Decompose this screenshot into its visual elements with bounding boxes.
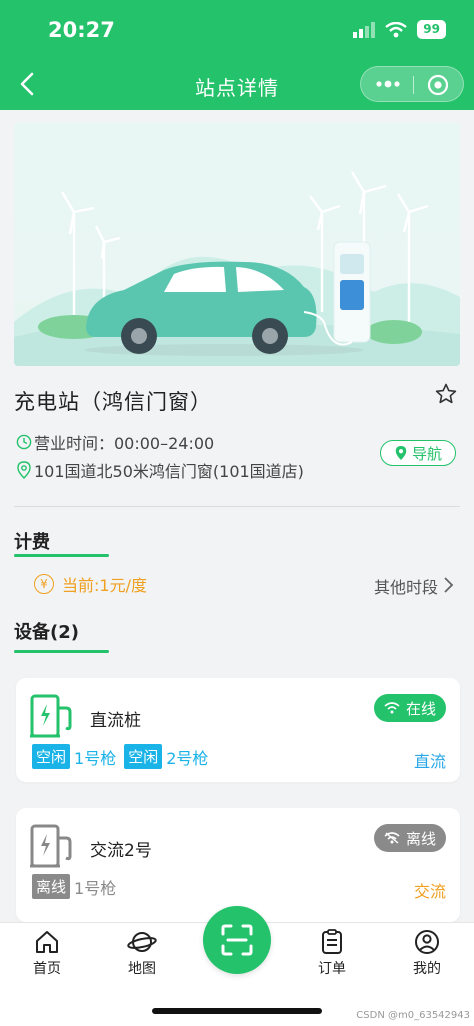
device-card[interactable]: 直流桩 在线 空闲 1号枪 空闲 2号枪 直流 — [16, 678, 460, 782]
status-bar: 20:27 99 — [0, 0, 474, 60]
gun-state-tag: 空闲 — [124, 744, 163, 769]
battery-indicator: 99 — [417, 20, 446, 39]
charger-pile-icon — [30, 694, 72, 738]
location-pin-icon — [395, 446, 407, 460]
mini-program-capsule — [360, 66, 464, 102]
page-content: 充电站（鸿信门窗） 营业时间：00:00–24:00 101国道北50米鸿信门窗… — [0, 110, 474, 922]
device-status-badge: 离线 — [373, 824, 446, 852]
wifi-off-icon — [384, 832, 400, 844]
current-type: 交流 — [413, 882, 446, 901]
device-name: 交流2号 — [90, 841, 152, 861]
pricing-section-title: 计费 — [14, 532, 50, 553]
signal-icon — [353, 21, 376, 38]
business-hours: 营业时间：00:00–24:00 — [34, 434, 215, 453]
business-hours-row: 营业时间：00:00–24:00 — [16, 430, 214, 454]
ev-charging-illustration — [14, 171, 460, 366]
favorite-star-icon[interactable] — [434, 382, 458, 406]
gun-label: 1号枪 — [74, 878, 117, 898]
tab-mine-label: 我的 — [413, 961, 441, 977]
tab-orders-label: 订单 — [318, 961, 346, 977]
home-indicator — [152, 1008, 322, 1014]
gun-state-tag: 离线 — [32, 874, 71, 899]
station-name: 充电站（鸿信门窗） — [14, 390, 212, 414]
other-periods-link[interactable]: 其他时段 — [374, 574, 438, 598]
current-type: 直流 — [413, 752, 446, 771]
devices-section-title: 设备(2) — [14, 622, 79, 643]
chevron-right-icon[interactable] — [442, 576, 454, 594]
tab-map[interactable]: 地图 — [107, 929, 177, 978]
status-icons: 99 — [353, 20, 446, 39]
devices-title-underline — [14, 650, 109, 653]
tab-home-label: 首页 — [33, 961, 61, 977]
close-target-icon[interactable] — [427, 74, 449, 96]
current-price-row: ¥ 当前:1元/度 — [34, 572, 147, 596]
status-time: 20:27 — [48, 18, 115, 42]
gun-label: 2号枪 — [166, 748, 209, 768]
device-name: 直流桩 — [90, 711, 141, 731]
home-icon — [36, 931, 58, 953]
tab-orders[interactable]: 订单 — [297, 929, 367, 978]
divider — [14, 506, 460, 507]
yen-icon: ¥ — [34, 574, 54, 594]
station-address: 101国道北50米鸿信门窗(101国道店) — [34, 462, 304, 481]
navigate-label: 导航 — [411, 444, 442, 463]
more-dots-icon[interactable] — [373, 73, 403, 95]
navigate-button[interactable]: 导航 — [380, 440, 456, 466]
current-price: 当前:1元/度 — [62, 576, 147, 595]
gun-label: 1号枪 — [74, 748, 117, 768]
device-card[interactable]: 交流2号 离线 离线 1号枪 交流 — [16, 808, 460, 922]
wifi-icon — [384, 702, 400, 714]
address-row: 101国道北50米鸿信门窗(101国道店) — [16, 458, 304, 482]
watermark: CSDN @m0_63542943 — [356, 1010, 470, 1021]
wifi-icon — [385, 21, 408, 37]
gun-state-tag: 空闲 — [32, 744, 71, 769]
nav-bar: 站点详情 — [0, 60, 474, 110]
gun-list: 离线 1号枪 — [32, 874, 124, 899]
charger-pile-icon — [30, 824, 72, 868]
device-status-badge: 在线 — [373, 694, 446, 722]
pricing-title-underline — [14, 554, 109, 557]
device-status: 在线 — [405, 699, 436, 718]
clipboard-icon — [322, 929, 342, 954]
device-status: 离线 — [405, 829, 436, 848]
tab-home[interactable]: 首页 — [12, 929, 82, 978]
planet-map-icon — [127, 932, 157, 952]
clock-icon — [16, 434, 32, 450]
station-banner-image — [14, 122, 460, 366]
capsule-divider — [413, 76, 414, 94]
scan-button[interactable] — [203, 906, 271, 974]
gun-list: 空闲 1号枪 空闲 2号枪 — [32, 744, 216, 769]
scan-icon — [221, 924, 253, 956]
tab-map-label: 地图 — [128, 961, 156, 977]
user-profile-icon — [415, 930, 439, 954]
location-pin-icon — [17, 461, 31, 479]
tab-mine[interactable]: 我的 — [392, 929, 462, 978]
